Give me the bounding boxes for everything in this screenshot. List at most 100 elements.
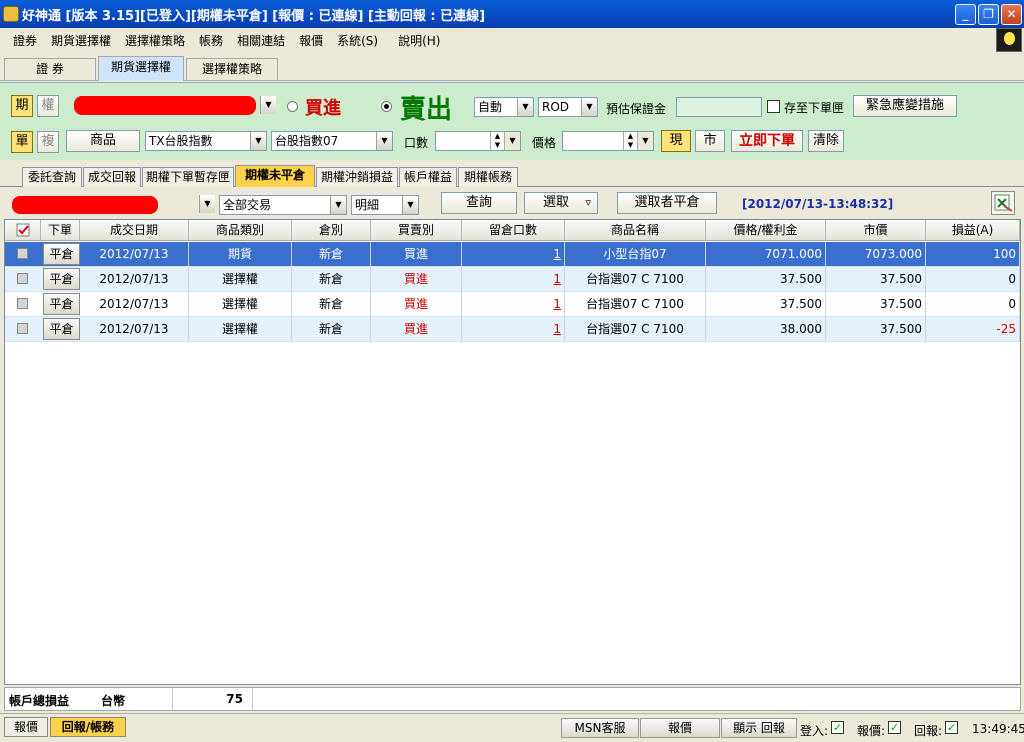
show-report-button[interactable]: 顯示 回報: [721, 718, 797, 738]
query-button[interactable]: 查詢: [441, 192, 517, 214]
trade-type-select[interactable]: 全部交易 ▼: [219, 195, 347, 215]
price-mode-value: 自動: [478, 100, 503, 114]
quote-status-check: ✓: [888, 721, 901, 734]
chevron-down-icon: ▼: [199, 195, 215, 213]
close-position-button[interactable]: 平倉: [43, 243, 80, 265]
save-to-box-checkbox[interactable]: [767, 100, 780, 113]
close-position-button[interactable]: 平倉: [43, 293, 80, 315]
tab-account-ledger[interactable]: 期權帳務: [458, 167, 518, 187]
login-status-check: ✓: [831, 721, 844, 734]
menu-accounts[interactable]: 帳務: [192, 32, 230, 49]
header-order[interactable]: 下單: [41, 220, 80, 241]
header-price[interactable]: 價格/權利金: [706, 220, 826, 241]
restore-button[interactable]: ❐: [978, 4, 999, 25]
header-pnl[interactable]: 損益(A): [926, 220, 1020, 241]
tab-offset-pnl[interactable]: 期權沖銷損益: [316, 167, 398, 187]
table-row[interactable]: 平倉 2012/07/13 選擇權 新倉 買進 1 台指選07 C 7100 37.500 37…: [5, 267, 1020, 292]
tab-option-strategy[interactable]: 選擇權策略: [186, 58, 278, 80]
chevron-down-icon: ▼: [260, 96, 276, 114]
tab-futures-options[interactable]: 期貨選擇權: [98, 56, 184, 81]
login-status-label: 登入:: [800, 724, 829, 738]
futures-toggle[interactable]: 期: [11, 95, 33, 117]
order-entry-panel: 期 權 ▼ 買進 賣出 自動 ▼ ROD ▼ 預估保證金 存至下單匣 緊急應變措施 …: [0, 82, 1024, 160]
spin-up-down-icon[interactable]: ▲ ▼: [623, 132, 637, 150]
spot-price-button[interactable]: 現: [661, 130, 691, 152]
export-excel-icon[interactable]: [991, 191, 1015, 215]
account-dropdown[interactable]: ▼: [256, 96, 276, 116]
sell-label: 賣出: [400, 95, 453, 125]
buy-radio[interactable]: [287, 101, 298, 112]
market-price-button[interactable]: 市: [695, 130, 725, 152]
msn-support-button[interactable]: MSN客服: [561, 718, 639, 738]
emergency-button[interactable]: 緊急應變措施: [853, 95, 957, 117]
tab-open-positions[interactable]: 期權未平倉: [235, 165, 315, 187]
header-product-name[interactable]: 商品名稱: [565, 220, 706, 241]
tab-order-box[interactable]: 期權下單暫存匣: [142, 167, 234, 187]
menu-links[interactable]: 相關連結: [230, 32, 292, 49]
contract-value: 台股指數07: [275, 134, 339, 148]
chevron-down-icon[interactable]: ▼: [637, 132, 653, 150]
header-date[interactable]: 成交日期: [80, 220, 189, 241]
divider: [252, 688, 253, 710]
order-type-select[interactable]: ROD ▼: [538, 97, 598, 117]
spin-up-down-icon[interactable]: ▲ ▼: [490, 132, 504, 150]
row-checkbox[interactable]: [17, 273, 28, 284]
product-select[interactable]: TX台股指數 ▼: [145, 131, 267, 151]
menu-help[interactable]: 說明(H): [391, 32, 447, 49]
account-filter-dropdown[interactable]: ▼: [195, 195, 215, 215]
menu-system[interactable]: 系統(S): [330, 32, 385, 49]
row-checkbox[interactable]: [17, 323, 28, 334]
cell-pnl: 100: [926, 242, 1020, 267]
tab-account-equity[interactable]: 帳戶權益: [399, 167, 457, 187]
header-quantity[interactable]: 留倉口數: [462, 220, 565, 241]
options-toggle[interactable]: 權: [37, 95, 59, 117]
tab-quote-bottom[interactable]: 報價: [4, 717, 48, 737]
table-row[interactable]: 平倉 2012/07/13 選擇權 新倉 買進 1 台指選07 C 7100 38.000 37…: [5, 317, 1020, 342]
combo-order-toggle[interactable]: 複: [37, 131, 59, 153]
close-position-button[interactable]: 平倉: [43, 318, 80, 340]
header-side[interactable]: 買賣別: [371, 220, 462, 241]
close-position-button[interactable]: 平倉: [43, 268, 80, 290]
submit-order-button[interactable]: 立即下單: [731, 130, 803, 152]
quote-window-button[interactable]: 報價: [640, 718, 720, 738]
tab-fill-report[interactable]: 成交回報: [83, 167, 141, 187]
menu-quotes[interactable]: 報價: [292, 32, 330, 49]
price-stepper[interactable]: ▲ ▼ ▼: [562, 131, 654, 151]
header-market[interactable]: 市價: [826, 220, 926, 241]
single-order-toggle[interactable]: 單: [11, 131, 33, 153]
detail-select[interactable]: 明細 ▼: [351, 195, 419, 215]
sell-radio[interactable]: [381, 101, 392, 112]
menu-option-strategy[interactable]: 選擇權策略: [118, 32, 192, 49]
cell-product-name: 台指選07 C 7100: [565, 317, 706, 342]
cell-category: 選擇權: [189, 292, 292, 317]
close-selected-button[interactable]: 選取者平倉: [617, 192, 717, 214]
tab-report-bottom[interactable]: 回報/帳務: [50, 717, 126, 737]
chevron-down-icon[interactable]: ▼: [504, 132, 520, 150]
tab-order-query[interactable]: 委託查詢: [22, 167, 82, 187]
select-button[interactable]: 選取 ▿: [524, 192, 598, 214]
tab-securities[interactable]: 證 券: [4, 58, 96, 80]
cell-market: 37.500: [826, 317, 926, 342]
contract-select[interactable]: 台股指數07 ▼: [271, 131, 393, 151]
table-row[interactable]: 平倉 2012/07/13 選擇權 新倉 買進 1 台指選07 C 7100 37.500 37…: [5, 292, 1020, 317]
redacted-account: [12, 196, 158, 214]
close-button[interactable]: ✕: [1001, 4, 1022, 25]
lightbulb-icon[interactable]: [996, 28, 1022, 52]
minimize-button[interactable]: _: [955, 4, 976, 25]
menu-futures-options[interactable]: 期貨選擇權: [44, 32, 118, 49]
row-checkbox[interactable]: [17, 298, 28, 309]
cell-product-name: 台指選07 C 7100: [565, 267, 706, 292]
product-button[interactable]: 商品: [66, 130, 140, 152]
header-position[interactable]: 倉別: [292, 220, 371, 241]
cell-price: 37.500: [706, 292, 826, 317]
menu-securities[interactable]: 證券: [6, 32, 44, 49]
price-mode-select[interactable]: 自動 ▼: [474, 97, 534, 117]
select-all-checkbox[interactable]: [5, 220, 41, 241]
table-row[interactable]: 平倉 2012/07/13 期貨 新倉 買進 1 小型台指07 7071.000 7073.00…: [5, 242, 1020, 267]
clear-button[interactable]: 清除: [808, 130, 844, 152]
cell-market: 7073.000: [826, 242, 926, 267]
row-checkbox[interactable]: [17, 248, 28, 259]
header-category[interactable]: 商品類別: [189, 220, 292, 241]
filter-bar: ▼ 全部交易 ▼ 明細 ▼ 查詢 選取 ▿ 選取者平倉 [2012/07/13-13:…: [0, 188, 1024, 218]
quantity-stepper[interactable]: ▲ ▼ ▼: [435, 131, 521, 151]
